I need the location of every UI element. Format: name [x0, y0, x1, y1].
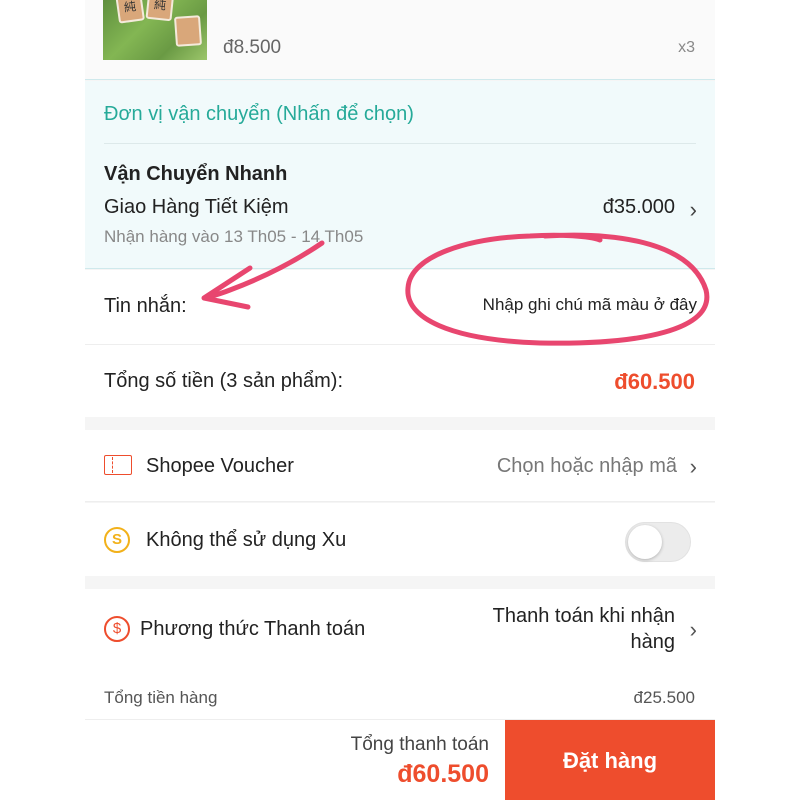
product-price: đ8.500	[223, 37, 282, 58]
order-total-label: Tổng số tiền (3 sản phẩm):	[104, 370, 344, 392]
shipping-fee: đ35.000	[602, 196, 675, 218]
divider	[104, 143, 696, 144]
thumb-tile	[173, 15, 203, 47]
thumb-tile: 純	[115, 0, 145, 24]
message-label: Tin nhắn:	[104, 295, 187, 317]
chevron-right-icon[interactable]: ›	[690, 197, 697, 223]
thumb-glyph: 純	[153, 0, 167, 13]
checkout-screen: 純 純 đ8.500 x3 Đơn vị vận chuyển (Nhấn để…	[85, 0, 715, 800]
shipping-method: Vận Chuyển Nhanh	[104, 163, 288, 185]
voucher-row[interactable]: Shopee Voucher Chọn hoặc nhập mã ›	[85, 430, 715, 502]
payment-method-value[interactable]: Thanh toán khi nhận hàng	[445, 603, 675, 655]
payment-method-label: Phương thức Thanh toán	[140, 618, 366, 640]
delivery-estimate: Nhận hàng vào 13 Th05 - 14 Th05	[104, 227, 364, 246]
shipping-carrier: Giao Hàng Tiết Kiệm	[104, 196, 289, 218]
order-total-row: Tổng số tiền (3 sản phẩm): đ60.500	[85, 345, 715, 417]
shipping-section[interactable]: Đơn vị vận chuyển (Nhấn để chọn) Vận Chu…	[85, 81, 715, 269]
dollar-circle-icon: $	[104, 616, 130, 642]
thumb-tile: 純	[145, 0, 175, 22]
product-thumbnail: 純 純	[103, 0, 207, 60]
product-row[interactable]: 純 純 đ8.500 x3	[85, 0, 715, 80]
voucher-label: Shopee Voucher	[146, 455, 294, 477]
coins-toggle[interactable]	[625, 522, 691, 562]
thumb-glyph: 純	[123, 0, 137, 15]
checkout-bottom-bar: Tổng thanh toán đ60.500 Đặt hàng	[85, 719, 715, 800]
place-order-button[interactable]: Đặt hàng	[505, 720, 715, 800]
chevron-right-icon[interactable]: ›	[690, 454, 697, 480]
message-row[interactable]: Tin nhắn: Nhập ghi chú mã màu ở đây	[85, 270, 715, 345]
voucher-select-link[interactable]: Chọn hoặc nhập mã	[497, 455, 677, 478]
product-quantity: x3	[678, 39, 695, 56]
merchandise-subtotal-value: đ25.500	[633, 688, 695, 707]
total-payment-value: đ60.500	[397, 760, 489, 788]
payment-method-row[interactable]: $ Phương thức Thanh toán Thanh toán khi …	[85, 589, 715, 669]
toggle-knob	[628, 525, 662, 559]
order-total-value: đ60.500	[614, 369, 695, 394]
merchandise-subtotal-label: Tổng tiền hàng	[104, 688, 218, 707]
voucher-ticket-icon	[104, 455, 132, 475]
chevron-right-icon[interactable]: ›	[690, 617, 697, 643]
shopee-coin-icon: S	[104, 527, 130, 553]
shipping-section-title[interactable]: Đơn vị vận chuyển (Nhấn để chọn)	[104, 103, 414, 126]
total-payment-label: Tổng thanh toán	[350, 734, 489, 755]
coins-label: Không thể sử dụng Xu	[146, 529, 347, 551]
message-input[interactable]: Nhập ghi chú mã màu ở đây	[483, 295, 697, 315]
coins-row: S Không thể sử dụng Xu	[85, 503, 715, 576]
